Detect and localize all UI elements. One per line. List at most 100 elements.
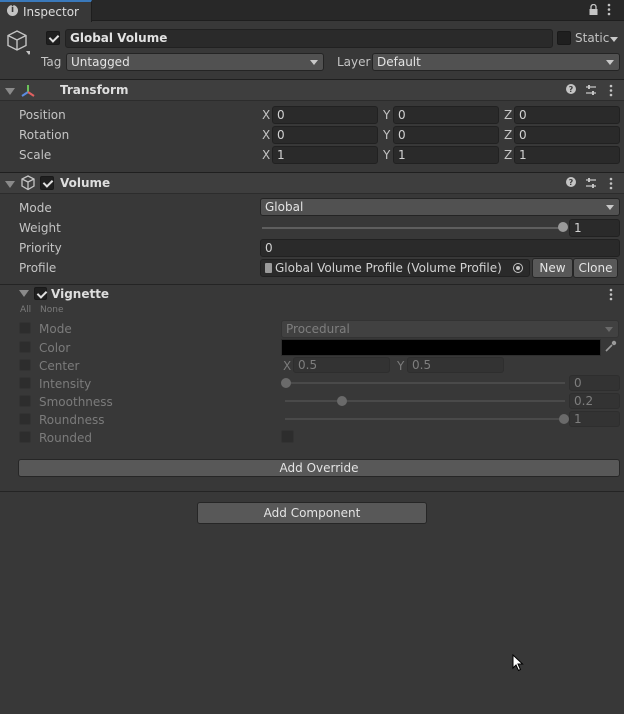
volume-header[interactable]: Volume ? [0,172,624,194]
axis-y-label[interactable]: Y [383,148,390,162]
component-menu-icon[interactable] [609,84,613,100]
all-toggle-link[interactable]: All [20,305,31,315]
component-menu-icon[interactable] [609,177,613,193]
gameobject-icon [6,29,32,55]
position-x-input[interactable]: 0 [272,106,378,124]
vignette-mode-value: Procedural [286,322,350,336]
axis-x-label[interactable]: X [262,148,270,162]
color-swatch[interactable] [281,339,601,356]
profile-object-field[interactable]: Global Volume Profile (Volume Profile) [260,259,530,277]
rotation-y-input[interactable]: 0 [393,126,499,144]
active-checkbox[interactable] [46,31,60,45]
color-label: Color [39,341,71,355]
axis-y-label[interactable]: Y [383,108,390,122]
inspector-window: i Inspector Global Volume Static Tag Unt… [0,0,624,714]
transform-icon [20,83,36,99]
scale-z-input[interactable]: 1 [514,146,620,164]
layer-value: Default [377,55,421,69]
profile-label: Profile [19,261,57,275]
layer-dropdown[interactable]: Default [372,53,620,71]
rotation-z-input[interactable]: 0 [514,126,620,144]
mode-override-checkbox[interactable] [19,322,31,334]
layer-label: Layer [337,55,371,69]
smoothness-label: Smoothness [39,395,113,409]
intensity-slider-handle[interactable] [281,378,291,388]
new-profile-button[interactable]: New [532,258,573,278]
foldout-arrow-icon[interactable] [19,290,29,297]
transform-header[interactable]: Transform ? [0,79,624,101]
weight-slider-track[interactable] [262,227,564,229]
position-label[interactable]: Position [19,108,66,122]
weight-slider-handle[interactable] [558,222,568,232]
static-dropdown-icon[interactable] [610,37,618,42]
axis-x-label[interactable]: X [262,108,270,122]
center-y-input[interactable]: 0.5 [407,357,504,373]
scale-label[interactable]: Scale [19,148,51,162]
smoothness-slider-track[interactable] [285,400,565,402]
scale-y-input[interactable]: 1 [393,146,499,164]
eyedropper-icon[interactable] [604,340,617,353]
rounded-label: Rounded [39,431,92,445]
volume-enabled-checkbox[interactable] [40,176,54,190]
add-component-button[interactable]: Add Component [197,502,427,524]
tag-dropdown[interactable]: Untagged [66,53,324,71]
presets-icon[interactable] [585,177,597,193]
object-name-input[interactable]: Global Volume [65,29,553,48]
tab-label: Inspector [23,5,79,19]
vignette-mode-label: Mode [39,322,72,336]
priority-input[interactable]: 0 [260,239,620,257]
rounded-checkbox[interactable] [281,430,294,443]
foldout-arrow-icon[interactable] [5,181,15,188]
object-picker-icon[interactable] [513,263,523,273]
axis-z-label[interactable]: Z [504,148,512,162]
add-override-button[interactable]: Add Override [18,459,620,477]
intensity-input[interactable]: 0 [569,375,620,391]
intensity-slider-track[interactable] [285,382,565,384]
axis-z-label[interactable]: Z [504,128,512,142]
rotation-label[interactable]: Rotation [19,128,69,142]
smoothness-override-checkbox[interactable] [19,395,31,407]
rotation-x-input[interactable]: 0 [272,126,378,144]
help-icon[interactable]: ? [566,84,576,98]
roundness-input[interactable]: 1 [569,411,620,427]
center-x-input[interactable]: 0.5 [293,357,390,373]
chevron-down-icon [310,60,318,65]
axis-x-label[interactable]: X [262,128,270,142]
kebab-icon[interactable] [607,3,611,16]
roundness-slider-track[interactable] [285,418,565,420]
axis-y-label[interactable]: Y [383,128,390,142]
lock-icon[interactable] [589,3,598,15]
tag-value: Untagged [71,55,130,69]
roundness-slider-handle[interactable] [559,414,569,424]
chevron-down-icon [606,205,614,210]
presets-icon[interactable] [585,84,597,100]
static-label[interactable]: Static [575,31,609,45]
help-icon[interactable]: ? [566,177,576,191]
roundness-label: Roundness [39,413,105,427]
foldout-arrow-icon[interactable] [5,88,15,95]
rounded-override-checkbox[interactable] [19,431,31,443]
static-checkbox[interactable] [557,31,571,45]
vignette-enabled-checkbox[interactable] [34,287,47,300]
scale-x-input[interactable]: 1 [272,146,378,164]
vignette-mode-dropdown[interactable]: Procedural [281,320,619,338]
smoothness-slider-handle[interactable] [336,396,347,406]
position-y-input[interactable]: 0 [393,106,499,124]
tab-bar: i Inspector [0,0,624,22]
axis-z-label[interactable]: Z [504,108,512,122]
intensity-override-checkbox[interactable] [19,377,31,389]
weight-input[interactable]: 1 [569,219,620,237]
color-override-checkbox[interactable] [19,341,31,353]
roundness-override-checkbox[interactable] [19,413,31,425]
mode-dropdown[interactable]: Global [260,198,620,216]
override-menu-icon[interactable] [609,288,613,304]
center-label: Center [39,359,80,373]
weight-label: Weight [19,221,61,235]
none-toggle-link[interactable]: None [40,305,63,315]
smoothness-input[interactable]: 0.2 [569,393,620,409]
clone-profile-button[interactable]: Clone [573,258,618,278]
position-z-input[interactable]: 0 [514,106,620,124]
tab-inspector[interactable]: i Inspector [0,0,92,22]
asset-icon [265,263,272,273]
center-override-checkbox[interactable] [19,359,31,371]
